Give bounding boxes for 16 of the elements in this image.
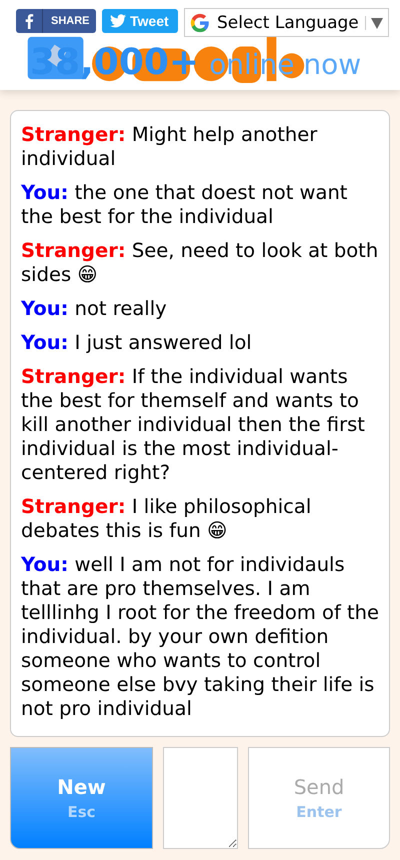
chat-message: Stranger: Might help another individual (21, 123, 318, 171)
chat-message: You: I just answered lol (21, 331, 253, 355)
share-button[interactable]: SHARE (16, 9, 96, 33)
chat-message: Stranger: See, need to look at both sides 😁 (21, 239, 379, 287)
chat-message: You: well I am not for individauls that are pro themselves. I am telllinhg I root for the freedom of the individual. by your own defition someone who wants to control someone else bvy taking their life is not pro individual (21, 553, 379, 721)
language-select[interactable]: Select Language (184, 8, 389, 37)
chat-message: You: not really (21, 297, 168, 321)
google-icon (189, 12, 211, 34)
tweet-button[interactable]: Tweet (102, 9, 178, 33)
new-chat-button[interactable]: New Esc (10, 747, 153, 849)
chat-message: Stranger: If the individual wants the best for themself and wants to kill another individual then the first individual is the most individual-centered right? (21, 365, 366, 485)
dropdown-icon (370, 16, 384, 30)
message-input[interactable] (163, 747, 238, 849)
chat-message: You: the one that doest not want the best for the individual (21, 181, 348, 229)
bird-icon (110, 14, 126, 28)
chat-message: Stranger: I like philosophical debates this is fun 😁 (21, 495, 312, 543)
